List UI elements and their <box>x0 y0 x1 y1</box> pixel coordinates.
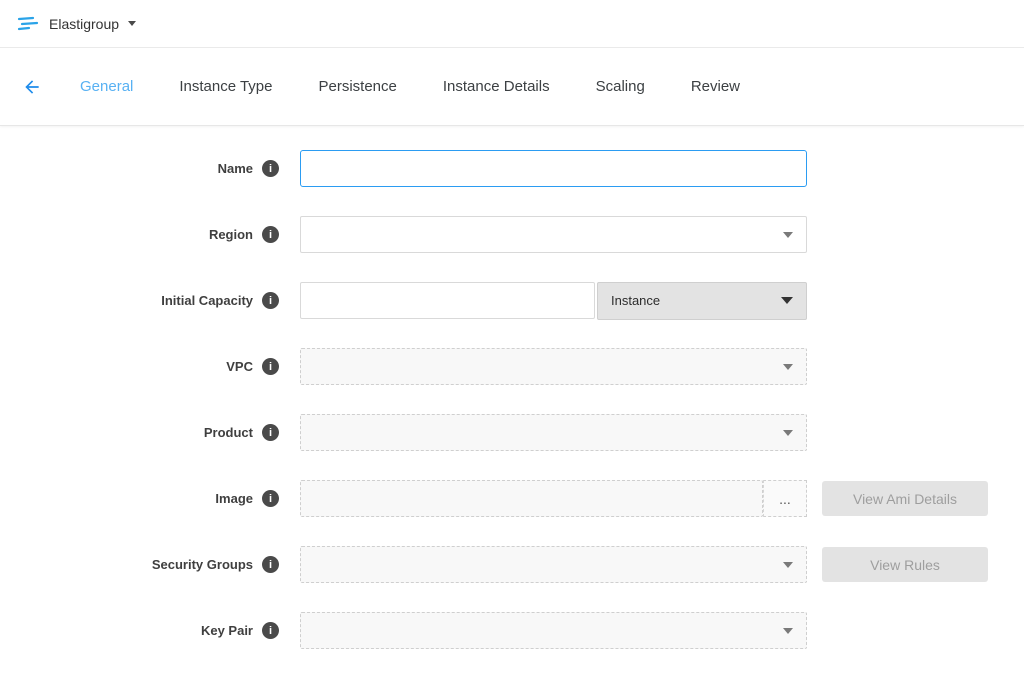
image-info-icon[interactable]: i <box>262 490 279 507</box>
general-form: Name i Region i Initial Capacity i Inst <box>0 126 1024 649</box>
security-groups-info-icon[interactable]: i <box>262 556 279 573</box>
brand-menu[interactable]: Elastigroup <box>16 15 136 33</box>
elastigroup-logo-icon <box>16 15 40 33</box>
product-info-icon[interactable]: i <box>262 424 279 441</box>
security-groups-label: Security Groups <box>152 557 253 572</box>
capacity-unit-select[interactable]: Instance <box>597 282 807 320</box>
product-label: Product <box>204 425 253 440</box>
form-row-vpc: VPC i <box>0 348 1024 385</box>
vpc-select <box>300 348 807 385</box>
key-pair-label: Key Pair <box>201 623 253 638</box>
key-pair-info-icon[interactable]: i <box>262 622 279 639</box>
capacity-unit-caret-icon <box>781 297 793 304</box>
wizard-tabbar: General Instance Type Persistence Instan… <box>0 48 1024 126</box>
vpc-info-icon[interactable]: i <box>262 358 279 375</box>
arrow-back-icon <box>22 77 42 97</box>
form-row-name: Name i <box>0 150 1024 187</box>
form-row-product: Product i <box>0 414 1024 451</box>
form-row-security-groups: Security Groups i View Rules <box>0 546 1024 583</box>
initial-capacity-info-icon[interactable]: i <box>262 292 279 309</box>
form-row-region: Region i <box>0 216 1024 253</box>
image-label: Image <box>215 491 253 506</box>
capacity-unit-value: Instance <box>611 293 660 308</box>
name-label: Name <box>218 161 253 176</box>
tab-persistence[interactable]: Persistence <box>319 78 397 95</box>
name-info-icon[interactable]: i <box>262 160 279 177</box>
image-browse-button[interactable]: ... <box>763 480 807 517</box>
key-pair-caret-icon <box>783 628 793 634</box>
region-select[interactable] <box>300 216 807 253</box>
tab-general[interactable]: General <box>80 78 133 95</box>
back-button[interactable] <box>22 77 42 97</box>
name-input[interactable] <box>300 150 807 187</box>
region-label: Region <box>209 227 253 242</box>
product-caret-icon <box>783 430 793 436</box>
view-ami-details-button[interactable]: View Ami Details <box>822 481 988 516</box>
form-row-key-pair: Key Pair i <box>0 612 1024 649</box>
region-info-icon[interactable]: i <box>262 226 279 243</box>
tab-review[interactable]: Review <box>691 78 740 95</box>
view-rules-button[interactable]: View Rules <box>822 547 988 582</box>
brand-label: Elastigroup <box>49 16 119 32</box>
vpc-label: VPC <box>226 359 253 374</box>
image-input <box>300 480 763 517</box>
tab-scaling[interactable]: Scaling <box>596 78 645 95</box>
tab-instance-type[interactable]: Instance Type <box>179 78 272 95</box>
brand-caret-icon <box>128 21 136 26</box>
initial-capacity-label: Initial Capacity <box>161 293 253 308</box>
product-select <box>300 414 807 451</box>
wizard-tabs: General Instance Type Persistence Instan… <box>80 78 786 95</box>
security-groups-select <box>300 546 807 583</box>
vpc-caret-icon <box>783 364 793 370</box>
tab-instance-details[interactable]: Instance Details <box>443 78 550 95</box>
initial-capacity-input[interactable] <box>300 282 595 319</box>
topbar: Elastigroup <box>0 0 1024 48</box>
security-groups-caret-icon <box>783 562 793 568</box>
key-pair-select <box>300 612 807 649</box>
region-caret-icon <box>783 232 793 238</box>
form-row-initial-capacity: Initial Capacity i Instance <box>0 282 1024 319</box>
form-row-image: Image i ... View Ami Details <box>0 480 1024 517</box>
